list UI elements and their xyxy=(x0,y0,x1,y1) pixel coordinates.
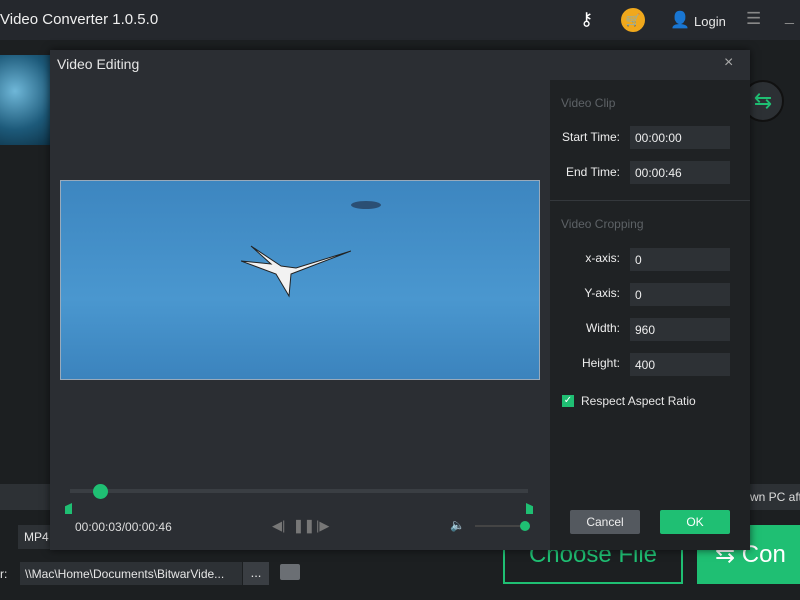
menu-icon[interactable]: ☰ xyxy=(746,9,761,29)
bird-image xyxy=(241,245,351,298)
key-icon[interactable]: ⚷ xyxy=(580,9,593,30)
start-time-input[interactable]: 00:00:00 xyxy=(630,126,730,149)
login-link[interactable]: Login xyxy=(694,14,726,29)
y-axis-label: Y-axis: xyxy=(584,286,620,300)
minimize-icon[interactable]: _ xyxy=(785,8,794,26)
dialog-title: Video Editing xyxy=(57,56,140,72)
next-frame-icon[interactable]: |▶ xyxy=(316,518,329,534)
start-time-label: Start Time: xyxy=(561,130,620,144)
cancel-button[interactable]: Cancel xyxy=(570,510,640,534)
x-axis-input[interactable]: 0 xyxy=(630,248,730,271)
close-icon[interactable]: × xyxy=(724,54,733,72)
width-input[interactable]: 960 xyxy=(630,318,730,341)
ok-button[interactable]: OK xyxy=(660,510,730,534)
width-label: Width: xyxy=(585,321,620,335)
edit-panel: Video Clip Start Time: 00:00:00 End Time… xyxy=(550,80,750,550)
end-time-input[interactable]: 00:00:46 xyxy=(630,161,730,184)
browse-button[interactable]: ... xyxy=(243,562,269,585)
user-icon[interactable]: 👤 xyxy=(670,10,690,30)
video-clip-header: Video Clip xyxy=(561,96,616,110)
playback-time: 00:00:03/00:00:46 xyxy=(75,520,172,534)
seek-bar[interactable] xyxy=(70,489,528,493)
trim-end-handle[interactable] xyxy=(526,503,533,514)
aspect-ratio-label[interactable]: Respect Aspect Ratio xyxy=(581,394,696,408)
x-axis-label: x-axis: xyxy=(585,251,620,265)
title-bar: Video Converter 1.0.5.0 ⚷ 🛒 👤 Login ☰ _ xyxy=(0,0,800,40)
folder-icon[interactable] xyxy=(280,564,300,580)
volume-handle[interactable] xyxy=(520,521,530,531)
divider xyxy=(550,200,750,201)
output-path-field[interactable]: \\Mac\Home\Documents\BitwarVide... xyxy=(20,562,242,585)
video-preview[interactable] xyxy=(60,180,540,380)
volume-icon[interactable]: 🔈 xyxy=(450,518,465,532)
bird-distant xyxy=(351,201,381,209)
height-label: Height: xyxy=(581,356,620,370)
output-label: r: xyxy=(0,567,8,581)
height-input[interactable]: 400 xyxy=(630,353,730,376)
seek-handle[interactable] xyxy=(92,484,108,499)
app-title: Video Converter 1.0.5.0 xyxy=(0,11,159,28)
trim-start-handle[interactable] xyxy=(65,503,72,514)
shutdown-option[interactable]: wn PC aft xyxy=(750,490,800,504)
video-thumbnail[interactable] xyxy=(0,55,50,145)
pause-icon[interactable]: ❚❚ xyxy=(293,518,315,534)
volume-slider[interactable] xyxy=(475,525,525,527)
cart-icon[interactable]: 🛒 xyxy=(621,8,645,32)
aspect-ratio-checkbox[interactable]: ✓ xyxy=(562,395,574,407)
y-axis-input[interactable]: 0 xyxy=(630,283,730,306)
video-editing-dialog: Video Editing × 00:00:03/00:00:46 ◀| ❚❚ … xyxy=(50,50,750,550)
video-cropping-header: Video Cropping xyxy=(561,217,644,231)
end-time-label: End Time: xyxy=(565,165,620,179)
prev-frame-icon[interactable]: ◀| xyxy=(272,518,285,534)
